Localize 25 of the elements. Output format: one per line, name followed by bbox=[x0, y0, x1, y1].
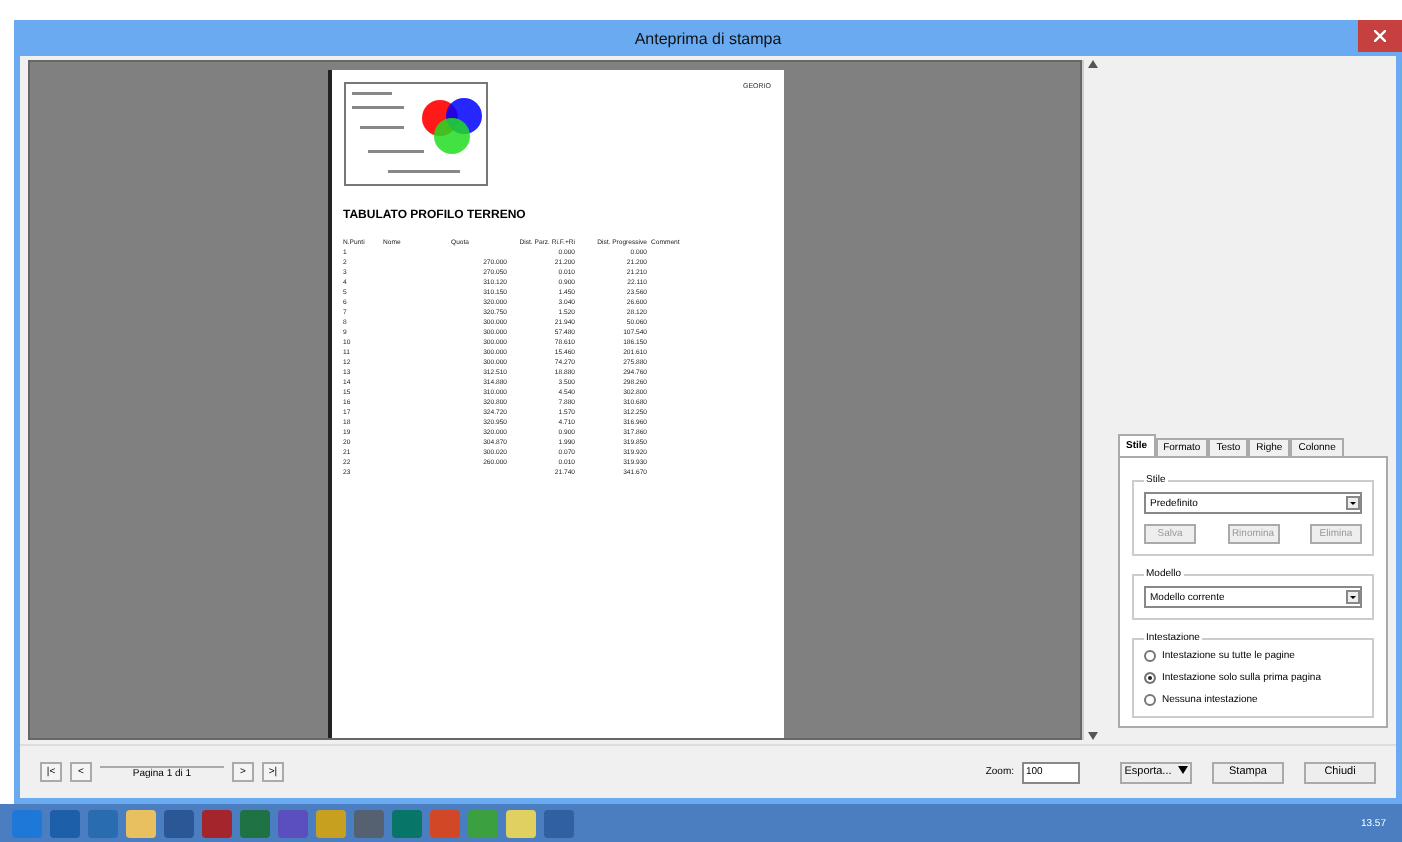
caret-icon bbox=[1346, 590, 1360, 604]
app-icon[interactable] bbox=[430, 809, 460, 837]
close-button[interactable] bbox=[1358, 20, 1402, 52]
up-arrow-icon[interactable] bbox=[1088, 60, 1098, 68]
app-icon[interactable] bbox=[126, 809, 156, 837]
caret-icon bbox=[1177, 766, 1188, 774]
scrollbar[interactable] bbox=[1082, 60, 1102, 740]
app-icon[interactable] bbox=[88, 809, 118, 837]
app-icon[interactable] bbox=[240, 809, 270, 837]
app-icon[interactable] bbox=[278, 809, 308, 837]
app-icon[interactable] bbox=[544, 809, 574, 837]
app-icon[interactable] bbox=[12, 809, 42, 837]
app-icon[interactable] bbox=[468, 809, 498, 837]
app-icon[interactable] bbox=[50, 809, 80, 837]
down-arrow-icon[interactable] bbox=[1088, 732, 1098, 740]
app-icon[interactable] bbox=[506, 809, 536, 837]
app-icon[interactable] bbox=[354, 809, 384, 837]
app-icon[interactable] bbox=[316, 809, 346, 837]
app-icon[interactable] bbox=[392, 809, 422, 837]
window-title: Anteprima di stampa bbox=[634, 29, 782, 47]
caret-icon bbox=[1346, 496, 1360, 510]
logo-drawing bbox=[343, 82, 487, 186]
close-icon bbox=[1374, 30, 1386, 42]
app-icon[interactable] bbox=[164, 809, 194, 837]
app-icon[interactable] bbox=[202, 809, 232, 837]
